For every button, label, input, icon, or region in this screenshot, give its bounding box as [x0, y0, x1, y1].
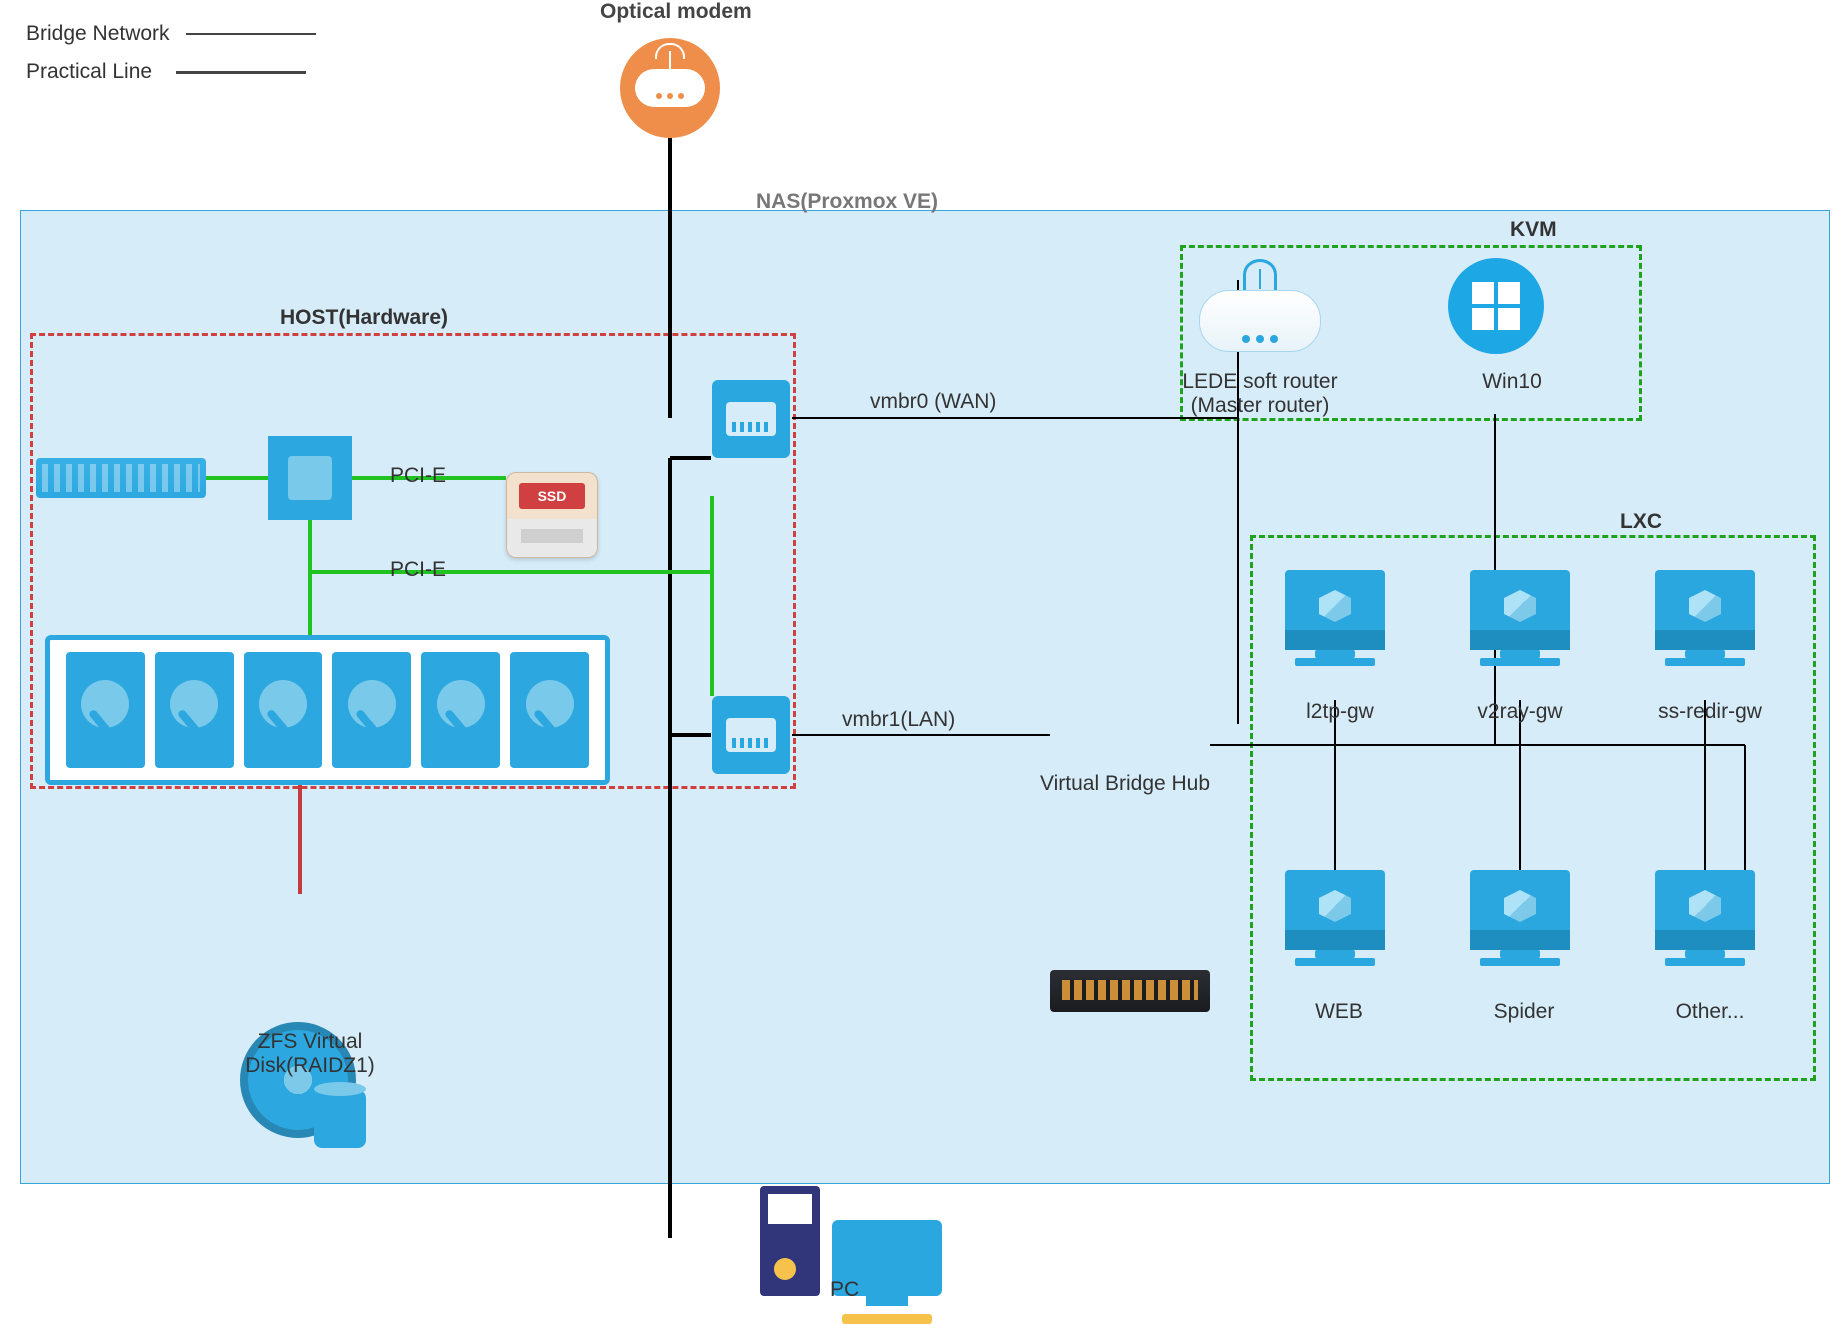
pcie-label-2: PCI-E	[390, 558, 446, 582]
pc-label: PC	[830, 1278, 859, 1302]
ssd-icon	[506, 472, 598, 558]
vm-spider: VM	[1470, 870, 1570, 966]
nas-title: NAS(Proxmox VE)	[756, 190, 938, 214]
hdd-array-icon	[45, 635, 610, 785]
vm-other-label: Other...	[1650, 1000, 1770, 1024]
lede-label: LEDE soft router (Master router)	[1160, 370, 1360, 418]
legend-bridge-label: Bridge Network	[26, 22, 170, 46]
win10-icon	[1448, 258, 1544, 354]
vm-web: VM	[1285, 870, 1385, 966]
vm-other: VM	[1655, 870, 1755, 966]
virtual-bridge-hub-label: Virtual Bridge Hub	[1040, 772, 1210, 796]
optical-modem-label: Optical modem	[600, 0, 752, 24]
lxc-title: LXC	[1620, 510, 1662, 534]
kvm-title: KVM	[1510, 218, 1557, 242]
virtual-bridge-hub-icon	[1050, 970, 1210, 1012]
nic-wan-icon	[712, 380, 790, 458]
legend: Bridge Network Practical Line	[26, 22, 316, 84]
vm-v2ray-gw-label: v2ray-gw	[1460, 700, 1580, 724]
vm-l2tp-gw-label: l2tp-gw	[1280, 700, 1400, 724]
legend-bridge-line	[186, 33, 316, 35]
lede-router-icon	[1190, 290, 1330, 352]
lede-label-l1: LEDE soft router	[1160, 370, 1360, 394]
legend-practical-line	[176, 71, 306, 74]
pcie-label-1: PCI-E	[390, 464, 446, 488]
vm-l2tp-gw: VM	[1285, 570, 1385, 666]
vm-ss-redir-gw: VM	[1655, 570, 1755, 666]
vm-web-label: WEB	[1284, 1000, 1394, 1024]
zfs-label-l1: ZFS Virtual	[230, 1030, 390, 1054]
legend-practical-label: Practical Line	[26, 60, 152, 84]
host-title: HOST(Hardware)	[280, 306, 448, 330]
vm-v2ray-gw: VM	[1470, 570, 1570, 666]
zfs-label: ZFS Virtual Disk(RAIDZ1)	[230, 1030, 390, 1078]
vmbr0-label: vmbr0 (WAN)	[870, 390, 996, 414]
vm-spider-label: Spider	[1464, 1000, 1584, 1024]
cpu-icon	[268, 436, 352, 520]
vm-ss-redir-gw-label: ss-redir-gw	[1635, 700, 1785, 724]
nic-lan-icon	[712, 696, 790, 774]
lede-label-l2: (Master router)	[1160, 394, 1360, 418]
optical-modem-icon	[620, 38, 720, 138]
ram-icon	[36, 458, 206, 498]
win10-label: Win10	[1462, 370, 1562, 394]
vmbr1-label: vmbr1(LAN)	[842, 708, 955, 732]
zfs-label-l2: Disk(RAIDZ1)	[230, 1054, 390, 1078]
